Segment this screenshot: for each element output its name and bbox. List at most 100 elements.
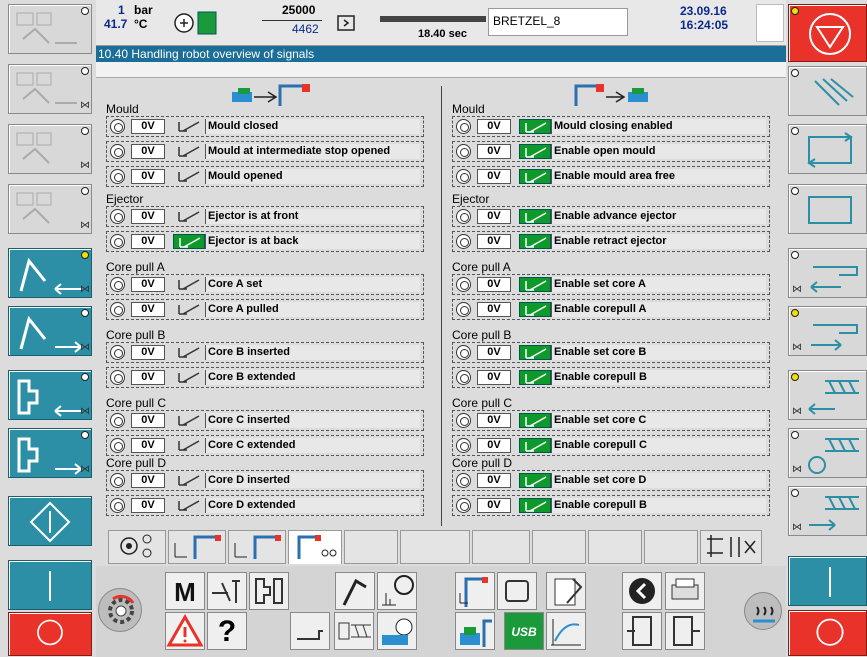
softkey-core-left[interactable]: ⋈ <box>8 370 92 420</box>
softkey-screw-forward[interactable]: ⋈ <box>788 486 867 536</box>
machine-robot-icon-right <box>574 84 648 106</box>
signal-switch-icon <box>519 209 551 224</box>
info-bar <box>96 62 786 78</box>
softkey-robot-arm-left[interactable]: ⋈ <box>8 248 92 298</box>
signal-label: Core D inserted <box>205 473 420 488</box>
robot-arm-icon[interactable] <box>335 572 375 610</box>
softkey-robot-arm-right[interactable]: ⋈ <box>8 306 92 356</box>
signal-voltage: 0V <box>131 234 165 249</box>
usb-button[interactable]: USB <box>504 612 544 650</box>
softkey-on[interactable] <box>8 560 92 610</box>
injection-monitor-icon[interactable] <box>377 612 417 650</box>
tools-icon[interactable] <box>207 572 247 610</box>
column-divider <box>441 86 442 526</box>
cycle-sequence-icon[interactable] <box>497 572 537 610</box>
machine-robot-icon-left <box>232 84 310 106</box>
temp-unit: °C <box>134 17 148 31</box>
softkey-right-off[interactable] <box>788 610 867 656</box>
robot-overview-icon[interactable] <box>455 572 495 610</box>
heating-button[interactable] <box>744 592 782 630</box>
right-signal-row: 0V Enable open mould <box>452 141 770 162</box>
alarm-warning-icon[interactable] <box>165 612 205 650</box>
time: 16:24:05 <box>680 18 729 32</box>
softkey-left-4[interactable]: ⋈ <box>8 184 92 234</box>
tab-empty-2[interactable] <box>400 530 470 564</box>
tab-io-settings[interactable] <box>700 530 762 564</box>
softkey-start-diamond[interactable] <box>8 496 92 546</box>
signal-switch-icon <box>173 413 205 428</box>
softkey-left-1[interactable] <box>8 4 92 54</box>
softkey-right-hand[interactable] <box>788 66 867 116</box>
signal-label: Core D extended <box>205 498 420 513</box>
tab-empty-5[interactable] <box>588 530 642 564</box>
left-signal-row: 0V Core B inserted <box>106 342 424 363</box>
printer-icon[interactable] <box>665 572 705 610</box>
door-left-icon[interactable] <box>622 612 662 650</box>
right-signal-row: 0V Enable set core B <box>452 342 770 363</box>
signal-led-icon <box>110 498 125 513</box>
signal-label: Enable corepull B <box>551 498 766 513</box>
status-bar: 1 bar 41.7 °C 25000 4462 18.40 sec BRETZ… <box>96 0 786 46</box>
softkey-left-3[interactable]: ⋈ <box>8 124 92 174</box>
signal-voltage: 0V <box>131 302 165 317</box>
signal-voltage: 0V <box>131 498 165 513</box>
manual-mode-button[interactable]: M <box>165 572 205 610</box>
signal-switch-icon <box>173 234 205 249</box>
softkey-nozzle-back[interactable]: ⋈ <box>788 248 867 298</box>
screw-icon[interactable] <box>334 612 374 650</box>
signal-led-icon <box>456 345 471 360</box>
signal-switch-icon <box>519 413 551 428</box>
temperature-chart-icon[interactable] <box>546 612 586 650</box>
mould-icon[interactable] <box>249 572 289 610</box>
signal-switch-icon <box>519 473 551 488</box>
signal-led-icon <box>456 144 471 159</box>
emergency-stop-button[interactable] <box>788 4 867 62</box>
signal-voltage: 0V <box>131 413 165 428</box>
softkey-right-loop[interactable] <box>788 184 867 234</box>
signal-label: Mould opened <box>205 169 420 184</box>
signal-voltage: 0V <box>477 169 511 184</box>
signal-label: Core B inserted <box>205 345 420 360</box>
robot-status-icon <box>172 10 222 36</box>
signal-switch-icon <box>519 345 551 360</box>
softkey-right-cycle[interactable] <box>788 124 867 174</box>
left-section-title: Core pull C <box>106 396 167 410</box>
counter-target: 25000 <box>282 3 316 17</box>
signal-label: Mould closing enabled <box>551 119 766 134</box>
tab-sensors[interactable] <box>108 530 166 564</box>
tab-empty-6[interactable] <box>644 530 698 564</box>
tab-signals-active[interactable] <box>288 530 342 564</box>
settings-gear-button[interactable] <box>98 588 142 632</box>
speed-chart-icon[interactable] <box>377 572 417 610</box>
signal-label: Enable set core C <box>551 413 766 428</box>
nozzle-icon[interactable] <box>290 612 330 650</box>
signal-switch-icon <box>173 277 205 292</box>
softkey-off[interactable] <box>8 612 92 656</box>
softkey-right-on[interactable] <box>788 556 867 606</box>
signal-voltage: 0V <box>477 277 511 292</box>
signal-label: Enable corepull C <box>551 438 766 453</box>
help-button[interactable]: ? <box>207 612 247 650</box>
softkey-core-right[interactable]: ⋈ <box>8 428 92 478</box>
tab-empty-3[interactable] <box>472 530 530 564</box>
signal-label: Enable set core A <box>551 277 766 292</box>
notes-icon[interactable] <box>546 572 586 610</box>
right-signal-row: 0V Enable corepull B <box>452 367 770 388</box>
signal-label: Enable set core B <box>551 345 766 360</box>
machine-robot-icon[interactable] <box>455 612 495 650</box>
signal-switch-icon <box>173 169 205 184</box>
signal-label: Enable mould area free <box>551 169 766 184</box>
tab-robot-axes-2[interactable] <box>228 530 286 564</box>
back-arrow-icon[interactable] <box>622 572 662 610</box>
signal-switch-icon <box>519 277 551 292</box>
softkey-nozzle-forward[interactable]: ⋈ <box>788 306 867 356</box>
tab-robot-axes[interactable] <box>168 530 226 564</box>
tab-empty-1[interactable] <box>344 530 398 564</box>
temp-value: 41.7 <box>104 17 128 31</box>
door-right-icon[interactable] <box>665 612 705 650</box>
softkey-left-2[interactable]: ⋈ <box>8 64 92 114</box>
softkey-screw-back[interactable]: ⋈ <box>788 370 867 420</box>
cycle-progress-bar <box>380 16 486 22</box>
tab-empty-4[interactable] <box>532 530 586 564</box>
softkey-screw-rotate[interactable]: ⋈ <box>788 428 867 478</box>
